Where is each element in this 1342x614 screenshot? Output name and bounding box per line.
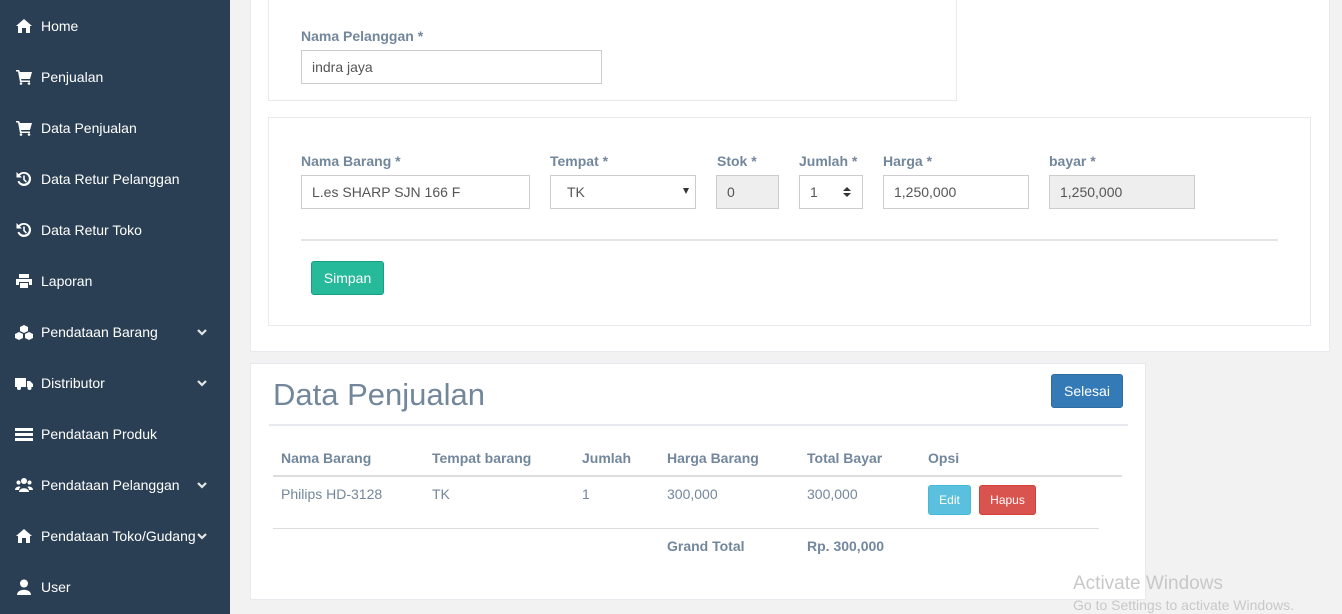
nama-barang-label: Nama Barang *	[301, 153, 401, 169]
sidebar-item-distributor[interactable]: Distributor	[0, 357, 230, 408]
cell-tempat: TK	[432, 486, 450, 502]
sidebar-item-label: Laporan	[41, 272, 93, 289]
sales-title: Data Penjualan	[273, 377, 485, 412]
sidebar-item-label: Penjualan	[41, 68, 104, 85]
cart-icon	[14, 119, 34, 137]
edit-button[interactable]: Edit	[928, 485, 971, 515]
bayar-label: bayar *	[1049, 153, 1096, 169]
chevron-down-icon[interactable]	[196, 376, 208, 388]
stok-label: Stok *	[717, 153, 757, 169]
chevron-down-icon[interactable]	[196, 325, 208, 337]
sidebar-item-pendataan-barang[interactable]: Pendataan Barang	[0, 306, 230, 357]
sidebar-item-pendataan-pelanggan[interactable]: Pendataan Pelanggan	[0, 459, 230, 510]
nama-barang-value: L.es SHARP SJN 166 F	[312, 184, 461, 200]
activate-windows-title: Activate Windows	[1073, 573, 1223, 594]
sidebar-item-user[interactable]: User	[0, 561, 230, 612]
sidebar-item-label: Pendataan Barang	[41, 323, 158, 340]
sidebar-item-home[interactable]: Home	[0, 0, 230, 51]
customer-name-value: indra jaya	[312, 59, 373, 75]
grand-total-label: Grand Total	[667, 538, 745, 554]
bayar-input: 1,250,000	[1049, 175, 1195, 209]
tempat-value: TK	[567, 184, 585, 200]
simpan-button[interactable]: Simpan	[311, 261, 384, 295]
selesai-button[interactable]: Selesai	[1051, 374, 1123, 408]
sidebar-item-laporan[interactable]: Laporan	[0, 255, 230, 306]
cell-total: 300,000	[807, 486, 858, 502]
sidebar: Home Penjualan Data Penjualan Data Retur…	[0, 0, 230, 614]
cell-harga: 300,000	[667, 486, 718, 502]
sidebar-item-label: Pendataan Produk	[41, 425, 157, 442]
customer-name-input[interactable]: indra jaya	[301, 50, 602, 84]
user-icon	[14, 578, 34, 596]
print-icon	[14, 272, 34, 290]
activate-windows-subtitle: Go to Settings to activate Windows.	[1073, 597, 1294, 613]
form-divider	[301, 239, 1278, 241]
col-header-harga-barang: Harga Barang	[667, 450, 759, 466]
sidebar-item-label: Distributor	[41, 374, 105, 391]
col-header-tempat-barang: Tempat barang	[432, 450, 532, 466]
customer-name-label: Nama Pelanggan *	[301, 28, 424, 44]
row-divider	[273, 528, 1099, 529]
dropdown-arrow-icon	[683, 188, 689, 194]
history-icon	[14, 221, 34, 239]
title-divider	[269, 424, 1128, 426]
sidebar-item-data-retur-toko[interactable]: Data Retur Toko	[0, 204, 230, 255]
sidebar-item-pendataan-produk[interactable]: Pendataan Produk	[0, 408, 230, 459]
col-header-jumlah: Jumlah	[582, 450, 632, 466]
col-header-opsi: Opsi	[928, 450, 960, 466]
sidebar-item-pendataan-toko-gudang[interactable]: Pendataan Toko/Gudang	[0, 510, 230, 561]
harga-input[interactable]: 1,250,000	[883, 175, 1029, 209]
sidebar-item-label: Home	[41, 17, 79, 34]
cell-jumlah: 1	[582, 486, 590, 502]
item-box	[268, 117, 1311, 326]
harga-value: 1,250,000	[894, 184, 957, 200]
sidebar-item-label: Data Retur Pelanggan	[41, 170, 180, 187]
tempat-label: Tempat *	[550, 153, 609, 169]
chevron-down-icon[interactable]	[196, 478, 208, 490]
sidebar-item-label: User	[41, 578, 71, 595]
sidebar-item-data-penjualan[interactable]: Data Penjualan	[0, 102, 230, 153]
sidebar-item-penjualan[interactable]: Penjualan	[0, 51, 230, 102]
tempat-select[interactable]: TK	[550, 175, 696, 209]
bayar-value: 1,250,000	[1060, 184, 1123, 200]
sidebar-item-label: Pendataan Pelanggan	[41, 476, 180, 493]
history-icon	[14, 170, 34, 188]
home-icon	[14, 527, 34, 545]
cart-icon	[14, 68, 34, 86]
truck-icon	[14, 374, 34, 392]
stok-input: 0	[716, 175, 779, 209]
sidebar-item-label: Data Penjualan	[41, 119, 137, 136]
table-header-divider	[273, 475, 1122, 477]
list-icon	[14, 425, 34, 443]
users-icon	[14, 476, 34, 494]
col-header-nama-barang: Nama Barang	[281, 450, 372, 466]
harga-label: Harga *	[883, 153, 933, 169]
sidebar-item-label: Data Retur Toko	[41, 221, 142, 238]
jumlah-value: 1	[810, 184, 818, 200]
home-icon	[14, 17, 34, 35]
cell-nama-barang: Philips HD-3128	[281, 486, 383, 502]
chevron-down-icon[interactable]	[196, 529, 208, 541]
jumlah-label: Jumlah *	[799, 153, 858, 169]
grand-total-value: Rp. 300,000	[807, 538, 885, 554]
nama-barang-input[interactable]: L.es SHARP SJN 166 F	[301, 175, 530, 209]
jumlah-input[interactable]: 1	[799, 175, 863, 209]
sidebar-item-label: Pendataan Toko/Gudang	[41, 527, 196, 544]
hapus-button[interactable]: Hapus	[979, 485, 1036, 515]
cubes-icon	[14, 323, 34, 341]
col-header-total-bayar: Total Bayar	[807, 450, 883, 466]
number-spinner-icon[interactable]	[840, 184, 854, 200]
sidebar-item-data-retur-pelanggan[interactable]: Data Retur Pelanggan	[0, 153, 230, 204]
stok-value: 0	[727, 184, 735, 200]
